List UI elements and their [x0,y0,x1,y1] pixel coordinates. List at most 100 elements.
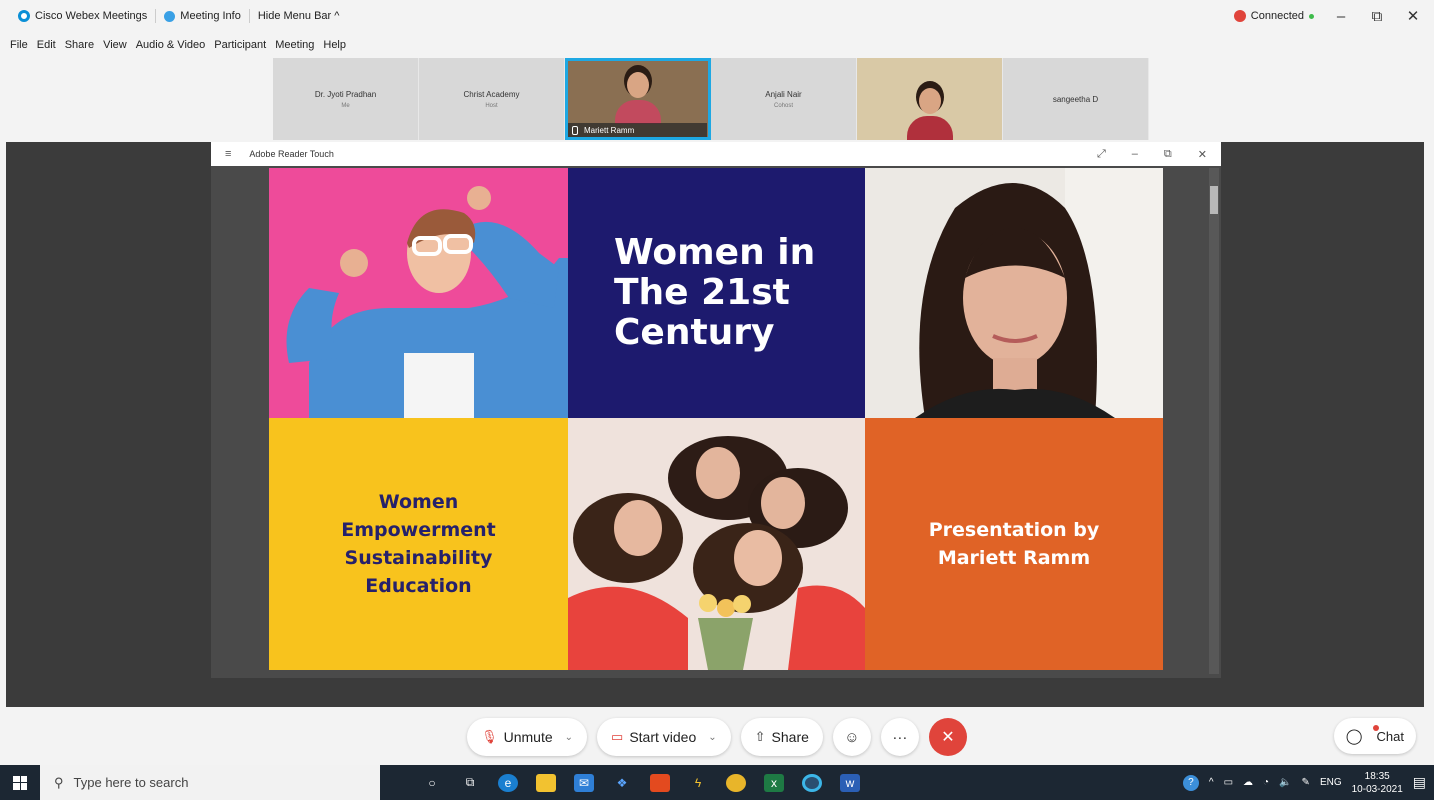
minimize-button[interactable]: – [1332,8,1350,25]
video-name-label: Mariett Ramm [568,123,707,137]
taskbar-apps: ○ ⧉ e ✉ ❖ ϟ x w [422,773,860,792]
reactions-button[interactable]: ☺ [832,718,871,756]
woman-portrait-image [865,168,1163,418]
excel-icon[interactable]: x [764,773,784,792]
windows-logo-icon [13,775,27,790]
close-button[interactable]: ✕ [1404,7,1422,25]
slide-title-line: Century [614,312,775,353]
help-icon[interactable]: ? [1182,774,1199,791]
participant-strip: Dr. Jyoti Pradhan Me Christ Academy Host… [273,58,1149,140]
office-icon[interactable] [650,773,670,792]
meeting-info-button[interactable]: Meeting Info [156,10,249,22]
presentation-slide: Women in The 21st Century Women Empowerm… [269,168,1163,670]
connection-status[interactable]: Connected [1233,10,1314,22]
webex-logo-icon [18,10,30,22]
participant-tile[interactable]: sangeetha D [1003,58,1149,140]
reader-window-controls: ⤢ – ⧉ ✕ [1097,142,1207,166]
search-placeholder: Type here to search [73,775,189,790]
edge-icon[interactable]: e [498,773,518,792]
chrome-icon[interactable] [726,773,746,792]
pen-icon[interactable]: ✎ [1302,777,1310,788]
reader-title: Adobe Reader Touch [249,149,334,159]
language-indicator[interactable]: ENG [1320,777,1342,788]
battery-icon[interactable]: ▭ [1224,777,1233,788]
task-view-icon[interactable]: ⧉ [460,774,480,792]
close-icon: ✕ [941,729,955,746]
hamburger-menu-icon[interactable]: ≡ [225,148,231,160]
slide-title-line: The 21st [614,272,790,313]
menu-help[interactable]: Help [323,39,346,51]
mic-icon [572,125,578,135]
slide-topics: Women Empowerment Sustainability Educati… [341,488,496,600]
windows-taskbar: ⚲ Type here to search ○ ⧉ e ✉ ❖ ϟ x w ? … [0,765,1434,800]
dropbox-icon[interactable]: ❖ [612,774,632,792]
taskbar-search[interactable]: ⚲ Type here to search [40,765,380,800]
ellipsis-icon: ··· [892,728,908,746]
menu-file[interactable]: File [10,39,28,51]
chat-button[interactable]: ◯ Chat [1333,718,1416,754]
chevron-down-icon[interactable]: ⌄ [708,732,716,743]
chat-bubble-icon: ◯ [1345,728,1363,745]
chevron-up-icon[interactable]: ^ [1209,777,1214,788]
connection-label: Connected [1250,10,1304,22]
info-icon [164,10,176,22]
adobe-reader-window: ≡ Adobe Reader Touch ⤢ – ⧉ ✕ Women in Th… [211,142,1221,678]
volume-icon[interactable]: 🔈 [1279,777,1291,788]
reader-scrollbar[interactable] [1209,168,1219,674]
winamp-icon[interactable]: ϟ [688,774,708,792]
topic-line: Sustainability [344,547,493,569]
start-video-button[interactable]: ▭ Start video ⌄ [597,718,731,756]
participant-role: Me [341,102,350,109]
participant-tile[interactable]: Christ Academy Host [419,58,565,140]
reader-minimize-button[interactable]: – [1132,148,1138,160]
share-label: Share [771,729,809,745]
start-video-label: Start video [629,729,697,745]
slide-title: Women in The 21st Century [614,233,815,353]
connection-icon [1233,10,1246,22]
menu-view[interactable]: View [103,39,127,51]
window-titlebar: Cisco Webex Meetings Meeting Info Hide M… [0,0,1434,32]
menu-meeting[interactable]: Meeting [275,39,314,51]
cloud-icon[interactable]: ☁ [1243,777,1253,788]
unmute-label: Unmute [503,729,553,745]
menu-edit[interactable]: Edit [37,39,56,51]
expand-icon[interactable]: ⤢ [1097,148,1106,161]
reader-close-button[interactable]: ✕ [1198,148,1207,161]
chevron-down-icon[interactable]: ⌄ [565,732,573,743]
titlebar-right: Connected – ⧉ ✕ [1233,0,1422,32]
menu-share[interactable]: Share [65,39,94,51]
participant-name: sangeetha D [1052,94,1099,104]
menu-participant[interactable]: Participant [214,39,266,51]
share-button[interactable]: ⇧ Share [740,718,823,756]
notifications-icon[interactable]: ▤ [1413,774,1426,791]
muted-mic-icon: 🎙 [481,729,498,744]
share-icon: ⇧ [754,729,766,744]
mail-icon[interactable]: ✉ [574,773,594,792]
slide-presenter: Presentation by Mariett Ramm [929,516,1100,572]
file-explorer-icon[interactable] [536,773,556,792]
hide-menu-bar-button[interactable]: Hide Menu Bar ^ [250,10,348,22]
scrollbar-thumb[interactable] [1210,186,1218,214]
menu-bar: File Edit Share View Audio & Video Parti… [0,34,1434,56]
system-tray: ? ^ ▭ ☁ ◔ 🔈 ✎ ENG 18:35 10-03-2021 ▤ [1182,765,1426,800]
participant-tile[interactable]: Anjali Nair Cohost [711,58,857,140]
participant-video-tile[interactable] [857,58,1003,140]
more-options-button[interactable]: ··· [880,718,919,756]
clock-time: 18:35 [1364,770,1390,782]
start-button[interactable] [0,765,40,800]
participant-tile[interactable]: Dr. Jyoti Pradhan Me [273,58,419,140]
restore-button[interactable]: ⧉ [1368,8,1386,25]
menu-audio-video[interactable]: Audio & Video [136,39,206,51]
reader-restore-button[interactable]: ⧉ [1164,148,1172,161]
unmute-button[interactable]: 🎙 Unmute ⌄ [467,718,588,756]
presenter-line: Presentation by [928,519,1100,541]
participant-video-tile-active-speaker[interactable]: Mariett Ramm [565,58,711,140]
meeting-info-label: Meeting Info [180,10,241,22]
network-icon[interactable]: ◔ [1263,777,1269,788]
word-icon[interactable]: w [840,773,860,792]
clock[interactable]: 18:35 10-03-2021 [1352,770,1403,796]
cortana-icon[interactable]: ○ [422,774,442,792]
women-group-image [568,418,865,670]
webex-taskbar-icon[interactable] [802,773,822,792]
leave-meeting-button[interactable]: ✕ [928,718,967,756]
